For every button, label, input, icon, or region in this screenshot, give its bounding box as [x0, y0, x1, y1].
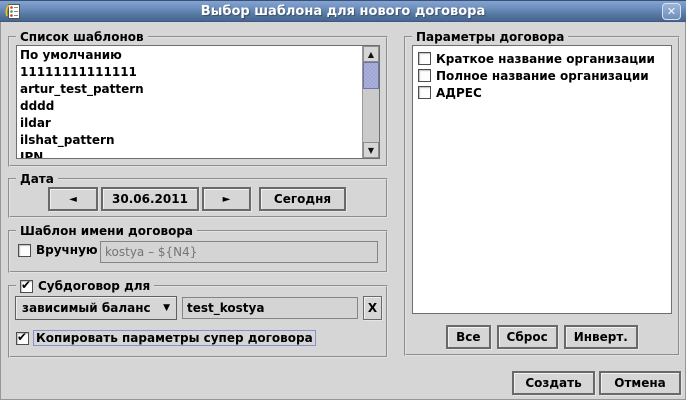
param-checkbox-row[interactable]: ✔ Полное название организации [418, 67, 671, 84]
group-subcontract-title: ✔ Субдоговор для [16, 279, 154, 293]
scrollbar-track[interactable] [363, 62, 379, 142]
group-name-template: Шаблон имени договора ✔ Вручную kostya –… [8, 224, 388, 273]
titlebar[interactable]: Выбор шаблона для нового договора ✕ [0, 0, 686, 22]
create-button[interactable]: Создать [512, 371, 595, 395]
parent-contract-field[interactable]: test_kostya [182, 297, 358, 319]
list-item[interactable]: По умолчанию [20, 47, 362, 64]
list-item[interactable]: ildar [20, 115, 362, 132]
arrow-right-icon: ► [223, 194, 231, 205]
clear-parent-button[interactable]: X [363, 296, 382, 320]
checkbox-icon: ✔ [418, 52, 431, 65]
group-contract-params: Параметры договора ✔ Краткое название ор… [404, 30, 680, 356]
scroll-down-button[interactable]: ▼ [363, 142, 379, 158]
dialog-window: Выбор шаблона для нового договора ✕ Спис… [0, 0, 686, 400]
list-scrollbar[interactable]: ▲ ▼ [362, 46, 379, 158]
group-name-template-title: Шаблон имени договора [16, 224, 197, 238]
cancel-button[interactable]: Отмена [599, 371, 681, 395]
window-title: Выбор шаблона для нового договора [0, 4, 686, 19]
list-item[interactable]: dddd [20, 98, 362, 115]
date-value-button[interactable]: 30.06.2011 [101, 187, 199, 211]
param-label: АДРЕС [436, 86, 482, 100]
param-list: ✔ Краткое название организации ✔ Полное … [412, 45, 672, 314]
copy-params-checkbox-label: Копировать параметры супер договора [34, 331, 315, 345]
template-list[interactable]: По умолчанию 11111111111111 artur_test_p… [16, 45, 380, 159]
date-today-button[interactable]: Сегодня [259, 187, 346, 211]
group-template-list: Список шаблонов По умолчанию 11111111111… [8, 30, 388, 167]
list-item[interactable]: ilshat_pattern [20, 132, 362, 149]
group-subcontract: ✔ Субдоговор для зависимый баланс ▼ test… [8, 279, 388, 358]
scroll-up-button[interactable]: ▲ [363, 46, 379, 62]
arrow-left-icon: ◄ [69, 194, 77, 205]
group-contract-params-title: Параметры договора [412, 30, 568, 44]
select-all-button[interactable]: Все [446, 325, 490, 349]
subcontract-checkbox-label: Субдоговор для [38, 279, 150, 293]
subcontract-checkbox[interactable]: ✔ Субдоговор для [20, 279, 150, 293]
manual-checkbox-label: Вручную [36, 243, 98, 257]
balance-type-value: зависимый баланс [22, 301, 151, 315]
checkbox-icon: ✔ [20, 280, 33, 293]
name-template-field[interactable]: kostya – ${N4} [100, 241, 378, 263]
date-next-button[interactable]: ► [202, 187, 251, 211]
balance-type-dropdown[interactable]: зависимый баланс ▼ [15, 296, 177, 320]
checkbox-icon: ✔ [18, 244, 31, 257]
chevron-down-icon: ▼ [163, 303, 170, 313]
date-prev-button[interactable]: ◄ [48, 187, 98, 211]
scrollbar-thumb[interactable] [363, 62, 379, 89]
list-item[interactable]: IPN [20, 149, 362, 158]
copy-params-checkbox[interactable]: ✔ Копировать параметры супер договора [16, 331, 315, 345]
checkbox-icon: ✔ [418, 69, 431, 82]
checkbox-icon: ✔ [16, 332, 29, 345]
list-item[interactable]: 11111111111111 [20, 64, 362, 81]
param-label: Полное название организации [436, 69, 649, 83]
checkbox-icon: ✔ [418, 86, 431, 99]
close-button[interactable]: ✕ [662, 3, 681, 20]
param-checkbox-row[interactable]: ✔ Краткое название организации [418, 50, 671, 67]
list-item[interactable]: artur_test_pattern [20, 81, 362, 98]
param-label: Краткое название организации [436, 52, 655, 66]
template-list-items: По умолчанию 11111111111111 artur_test_p… [17, 46, 362, 158]
manual-checkbox[interactable]: ✔ Вручную [18, 243, 98, 257]
scroll-down-icon: ▼ [368, 146, 374, 155]
group-date: Дата ◄ 30.06.2011 ► Сегодня [8, 172, 388, 218]
param-checkbox-row[interactable]: ✔ АДРЕС [418, 84, 671, 101]
invert-button[interactable]: Инверт. [564, 325, 638, 349]
group-template-list-title: Список шаблонов [16, 30, 148, 44]
param-actions: Все Сброс Инверт. [406, 325, 678, 349]
group-date-title: Дата [16, 172, 58, 186]
reset-button[interactable]: Сброс [497, 325, 558, 349]
scroll-up-icon: ▲ [368, 50, 374, 59]
